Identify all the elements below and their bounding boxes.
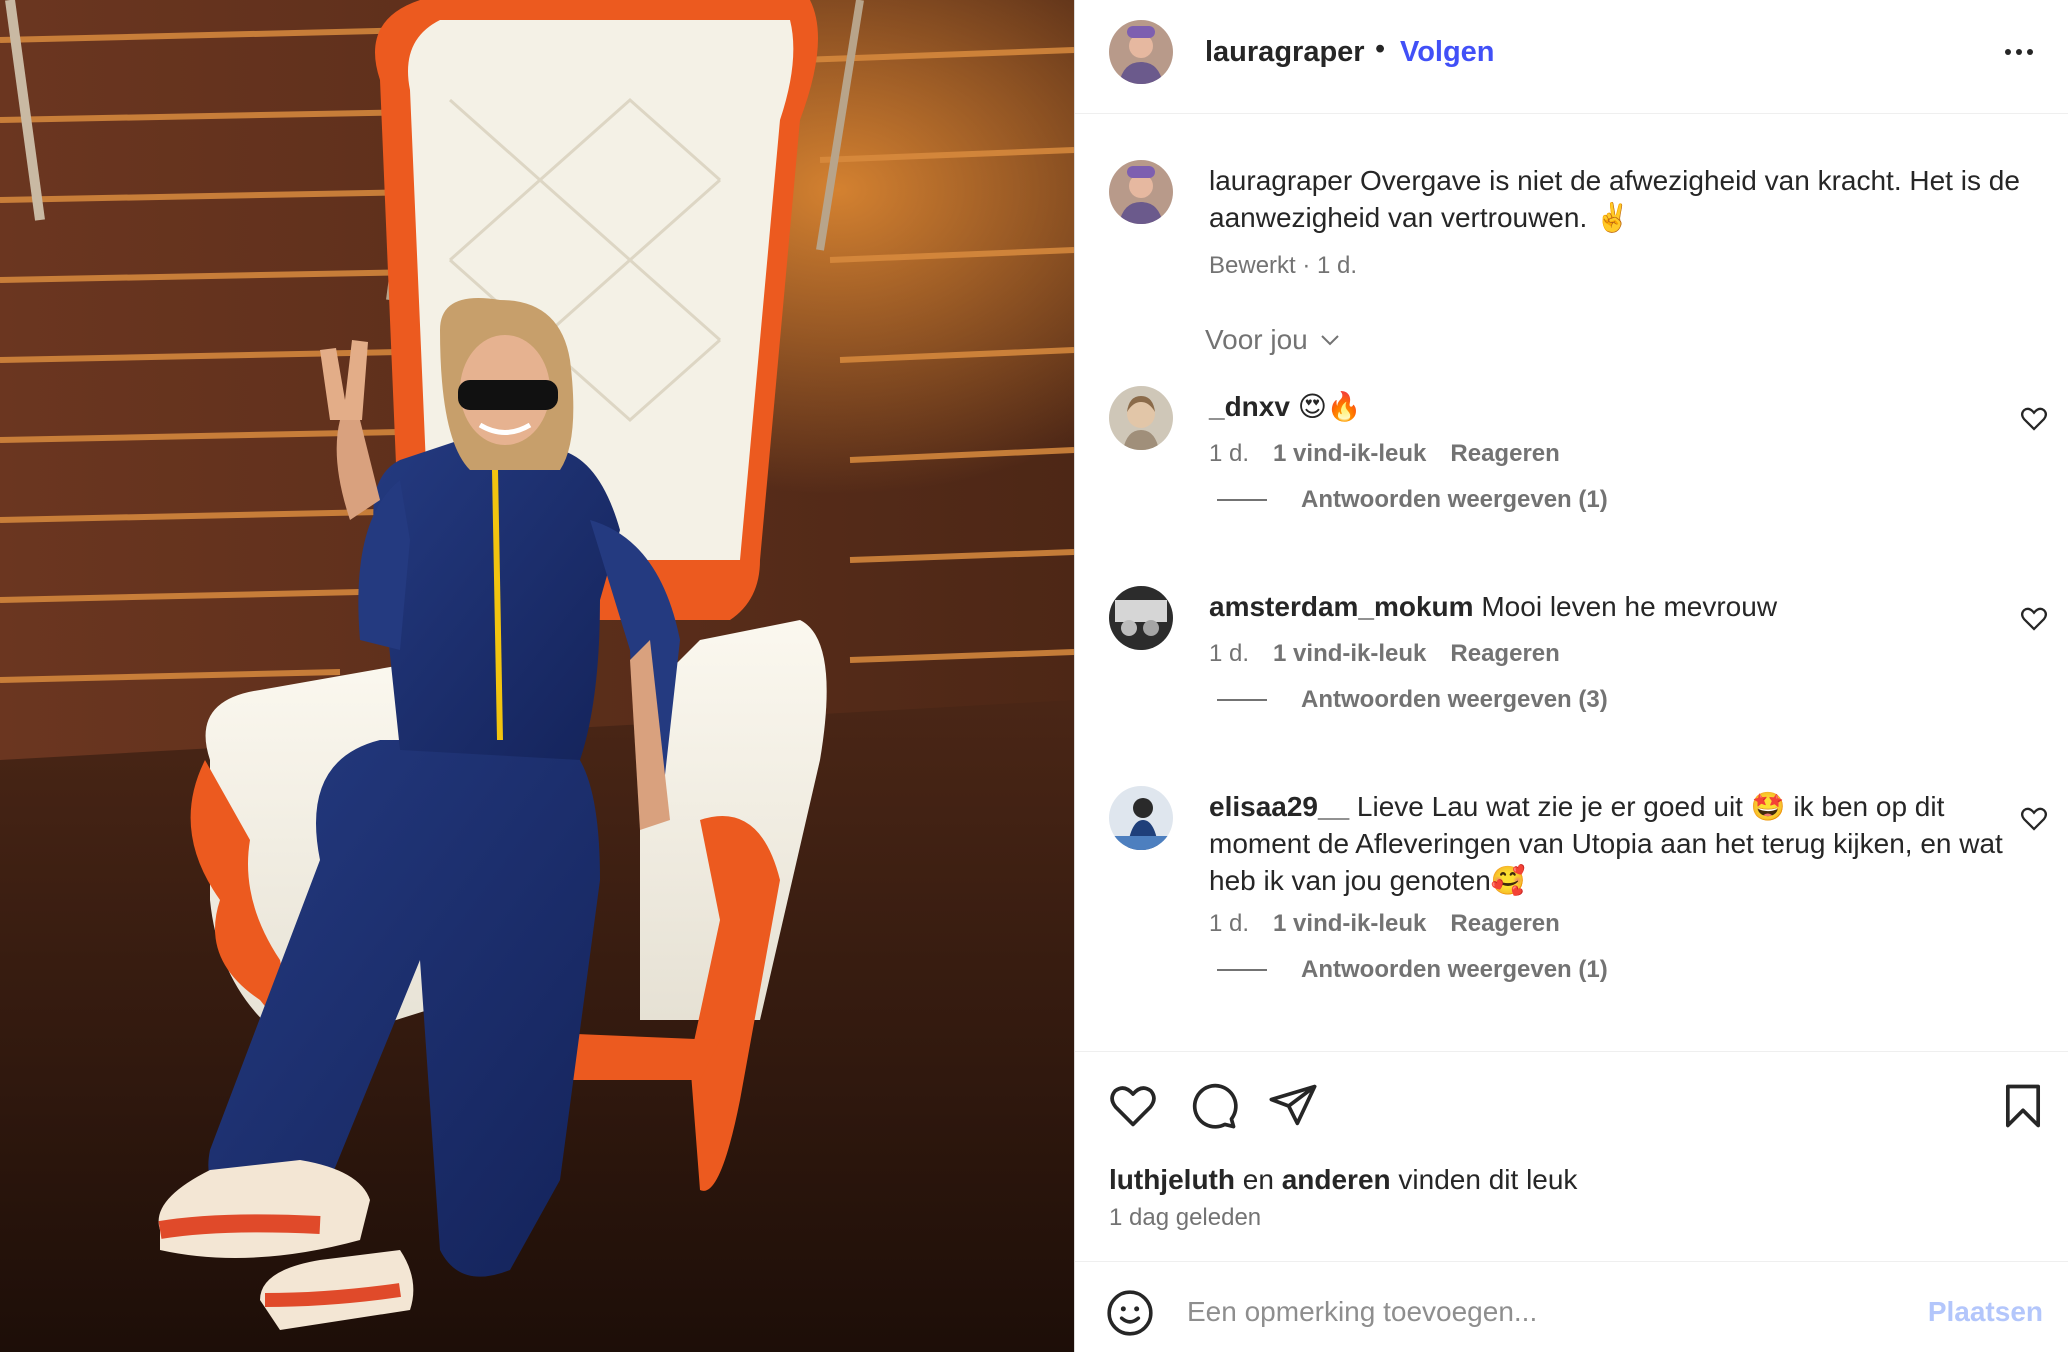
post-photo[interactable] bbox=[0, 0, 1074, 1352]
avatar[interactable] bbox=[1109, 786, 1173, 850]
comment-item: amsterdam_mokum Mooi leven he mevrouw 1 … bbox=[1075, 586, 2068, 736]
likes-summary: luthjeluth en anderen vinden dit leuk bbox=[1109, 1164, 1577, 1196]
view-replies-button[interactable]: Antwoorden weergeven (1) bbox=[1217, 486, 1608, 514]
comments-section[interactable]: lauragraper Overgave is niet de afwezigh… bbox=[1075, 114, 2068, 1052]
comment-username[interactable]: _dnxv bbox=[1209, 391, 1290, 422]
comment-bubble-icon[interactable] bbox=[1187, 1080, 1239, 1132]
replies-divider bbox=[1217, 969, 1267, 971]
comment-text: elisaa29__ Lieve Lau wat zie je er goed … bbox=[1209, 788, 2009, 899]
avatar[interactable] bbox=[1109, 386, 1173, 450]
reply-button[interactable]: Reageren bbox=[1450, 910, 1559, 938]
comment-body: Mooi leven he mevrouw bbox=[1481, 591, 1778, 622]
comment-likes[interactable]: 1 vind-ik-leuk bbox=[1273, 910, 1426, 938]
heart-icon[interactable] bbox=[1107, 1080, 1159, 1132]
comment-text: _dnxv 😍🔥 bbox=[1209, 388, 2009, 425]
view-replies-label: Antwoorden weergeven (1) bbox=[1301, 956, 1608, 983]
action-bar: luthjeluth en anderen vinden dit leuk 1 … bbox=[1075, 1052, 2068, 1262]
heart-outline-icon[interactable] bbox=[2019, 604, 2049, 634]
caption-edited-time: Bewerkt · 1 d. bbox=[1209, 252, 1358, 279]
view-replies-button[interactable]: Antwoorden weergeven (3) bbox=[1217, 686, 1608, 714]
caption: lauragraper Overgave is niet de afwezigh… bbox=[1075, 160, 2068, 290]
comment-username[interactable]: amsterdam_mokum bbox=[1209, 591, 1474, 622]
smiley-icon[interactable] bbox=[1105, 1288, 1155, 1338]
comment-age: 1 d. bbox=[1209, 440, 1250, 467]
view-replies-button[interactable]: Antwoorden weergeven (1) bbox=[1217, 956, 1608, 984]
comment-body: 😍🔥 bbox=[1297, 391, 1362, 422]
paper-plane-icon[interactable] bbox=[1267, 1080, 1319, 1132]
avatar[interactable] bbox=[1109, 586, 1173, 650]
likes-connector: en bbox=[1242, 1164, 1274, 1195]
sort-dropdown[interactable]: Voor jou bbox=[1205, 324, 1342, 356]
comment-text: amsterdam_mokum Mooi leven he mevrouw bbox=[1209, 588, 2009, 625]
heart-outline-icon[interactable] bbox=[2019, 804, 2049, 834]
likes-others-link[interactable]: anderen bbox=[1282, 1164, 1391, 1195]
comment-input[interactable] bbox=[1187, 1282, 1867, 1342]
post-timestamp[interactable]: 1 dag geleden bbox=[1109, 1204, 1261, 1232]
comment-age: 1 d. bbox=[1209, 640, 1250, 667]
comment-item: _dnxv 😍🔥 1 d. 1 vind-ik-leuk Reageren An… bbox=[1075, 386, 2068, 536]
post-header: lauragraper • Volgen bbox=[1075, 0, 2068, 114]
reply-button[interactable]: Reageren bbox=[1450, 640, 1559, 668]
more-icon[interactable] bbox=[1999, 34, 2039, 70]
avatar[interactable] bbox=[1109, 160, 1173, 224]
replies-divider bbox=[1217, 699, 1267, 701]
caption-text: lauragraper Overgave is niet de afwezigh… bbox=[1209, 162, 2029, 236]
caption-meta: Bewerkt · 1 d. bbox=[1209, 252, 1357, 280]
reply-button[interactable]: Reageren bbox=[1450, 440, 1559, 468]
comment-likes[interactable]: 1 vind-ik-leuk bbox=[1273, 640, 1426, 668]
chevron-down-icon bbox=[1321, 335, 1339, 346]
view-replies-label: Antwoorden weergeven (1) bbox=[1301, 486, 1608, 513]
post-comment-button[interactable]: Plaatsen bbox=[1928, 1296, 2043, 1328]
comment-username[interactable]: elisaa29__ bbox=[1209, 791, 1349, 822]
post-sidebar: lauragraper • Volgen lauragraper Overgav… bbox=[1074, 0, 2068, 1352]
separator-dot: • bbox=[1375, 33, 1386, 65]
liker-username[interactable]: luthjeluth bbox=[1109, 1164, 1235, 1195]
sort-label: Voor jou bbox=[1205, 324, 1308, 355]
comment-likes[interactable]: 1 vind-ik-leuk bbox=[1273, 440, 1426, 468]
bookmark-icon[interactable] bbox=[1997, 1080, 2049, 1132]
heart-outline-icon[interactable] bbox=[2019, 404, 2049, 434]
comment-age: 1 d. bbox=[1209, 910, 1250, 937]
follow-button[interactable]: Volgen bbox=[1400, 36, 1495, 69]
comment-meta: 1 d. 1 vind-ik-leuk Reageren bbox=[1209, 640, 1560, 668]
avatar[interactable] bbox=[1109, 20, 1173, 84]
comment-meta: 1 d. 1 vind-ik-leuk Reageren bbox=[1209, 440, 1560, 468]
comment-meta: 1 d. 1 vind-ik-leuk Reageren bbox=[1209, 910, 1560, 938]
username[interactable]: lauragraper bbox=[1205, 36, 1365, 69]
caption-username[interactable]: lauragraper bbox=[1209, 165, 1352, 196]
replies-divider bbox=[1217, 499, 1267, 501]
comment-item: elisaa29__ Lieve Lau wat zie je er goed … bbox=[1075, 786, 2068, 1016]
comment-composer: Plaatsen bbox=[1075, 1262, 2068, 1352]
likes-suffix: vinden dit leuk bbox=[1398, 1164, 1578, 1195]
view-replies-label: Antwoorden weergeven (3) bbox=[1301, 686, 1608, 713]
